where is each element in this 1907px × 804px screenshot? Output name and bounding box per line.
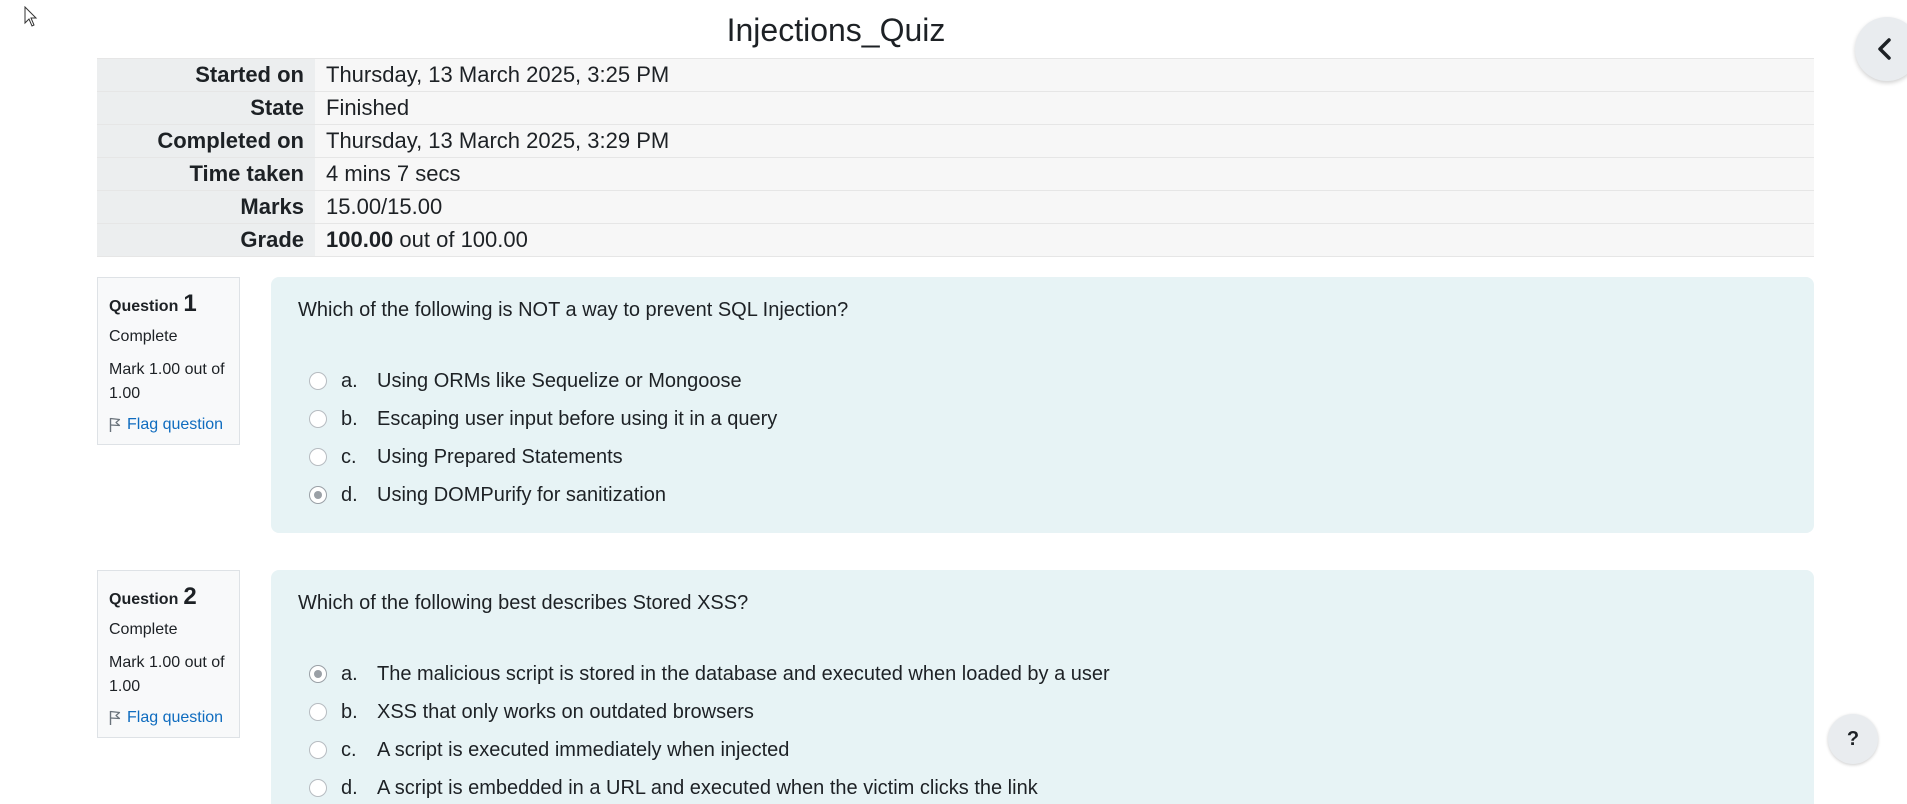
question-mark-icon: ?	[1846, 727, 1860, 750]
answer-radio[interactable]	[309, 448, 327, 466]
answer-option[interactable]: b. Escaping user input before using it i…	[298, 400, 1787, 438]
summary-label: Started on	[97, 58, 315, 92]
summary-value: 100.00 out of 100.00	[315, 223, 1814, 257]
grade-score: 100.00	[326, 227, 394, 252]
answer-letter: d.	[341, 483, 358, 506]
answer-radio-checked[interactable]	[309, 486, 327, 504]
summary-label: Marks	[97, 190, 315, 224]
question-state: Complete	[109, 621, 178, 638]
question-grade: Mark 1.00 out of 1.00	[109, 654, 225, 695]
question-text: Which of the following is NOT a way to p…	[298, 299, 849, 321]
flag-icon	[109, 710, 121, 725]
answer-text: XSS that only works on outdated browsers	[377, 700, 754, 723]
flag-icon	[109, 417, 121, 432]
summary-value: 4 mins 7 secs	[315, 157, 1814, 191]
answer-letter: c.	[341, 445, 357, 468]
summary-value: Finished	[315, 91, 1814, 125]
question-content: Which of the following is NOT a way to p…	[271, 277, 1814, 533]
flag-question-link[interactable]: Flag question	[109, 709, 229, 727]
summary-value: 15.00/15.00	[315, 190, 1814, 224]
grade-suffix: out of 100.00	[393, 227, 528, 252]
flag-question-label: Flag question	[127, 709, 224, 726]
answer-option-selected[interactable]: a. The malicious script is stored in the…	[298, 655, 1787, 693]
answer-letter: b.	[341, 700, 358, 723]
answer-letter: d.	[341, 776, 358, 799]
summary-label: State	[97, 91, 315, 125]
question-info-box: Question 1 Complete Mark 1.00 out of 1.0…	[97, 277, 240, 445]
answer-radio[interactable]	[309, 779, 327, 797]
page-title: Injections_Quiz	[726, 12, 946, 48]
flag-question-link[interactable]: Flag question	[109, 416, 229, 434]
answer-text: Using Prepared Statements	[377, 445, 623, 468]
answer-radio[interactable]	[309, 372, 327, 390]
question-text: Which of the following best describes St…	[298, 592, 749, 614]
answer-option[interactable]: c. A script is executed immediately when…	[298, 731, 1787, 769]
summary-row-started: Started on Thursday, 13 March 2025, 3:25…	[97, 58, 1814, 92]
summary-label: Completed on	[97, 124, 315, 158]
answer-letter: a.	[341, 369, 358, 392]
answer-letter: c.	[341, 738, 357, 761]
question-state: Complete	[109, 328, 178, 345]
answer-text: The malicious script is stored in the da…	[377, 662, 1110, 685]
answer-list: a. Using ORMs like Sequelize or Mongoose…	[298, 362, 1787, 514]
quiz-summary-table: Started on Thursday, 13 March 2025, 3:25…	[97, 58, 1814, 257]
answer-text: Escaping user input before using it in a…	[377, 407, 778, 430]
question-info-box: Question 2 Complete Mark 1.00 out of 1.0…	[97, 570, 240, 738]
question-number: Question 2	[109, 583, 197, 610]
answer-text: Using DOMPurify for sanitization	[377, 483, 666, 506]
answer-list: a. The malicious script is stored in the…	[298, 655, 1787, 804]
answer-text: A script is executed immediately when in…	[377, 738, 790, 761]
chevron-left-icon	[1878, 38, 1891, 60]
answer-radio-checked[interactable]	[309, 665, 327, 683]
flag-question-label: Flag question	[127, 416, 224, 433]
answer-letter: b.	[341, 407, 358, 430]
summary-row-completed: Completed on Thursday, 13 March 2025, 3:…	[97, 124, 1814, 158]
answer-option[interactable]: c. Using Prepared Statements	[298, 438, 1787, 476]
answer-option[interactable]: d. A script is embedded in a URL and exe…	[298, 769, 1787, 804]
answer-text: A script is embedded in a URL and execut…	[377, 776, 1038, 799]
summary-value: Thursday, 13 March 2025, 3:25 PM	[315, 58, 1814, 92]
question-number: Question 1	[109, 290, 197, 317]
answer-letter: a.	[341, 662, 358, 685]
question-content: Which of the following best describes St…	[271, 570, 1814, 804]
answer-radio[interactable]	[309, 703, 327, 721]
summary-row-grade: Grade 100.00 out of 100.00	[97, 223, 1814, 257]
answer-radio[interactable]	[309, 741, 327, 759]
summary-label: Grade	[97, 223, 315, 257]
summary-row-state: State Finished	[97, 91, 1814, 125]
drawer-toggle-button[interactable]	[1855, 17, 1907, 81]
answer-radio[interactable]	[309, 410, 327, 428]
summary-row-marks: Marks 15.00/15.00	[97, 190, 1814, 224]
answer-option-selected[interactable]: d. Using DOMPurify for sanitization	[298, 476, 1787, 514]
question-grade: Mark 1.00 out of 1.00	[109, 361, 225, 402]
summary-row-time-taken: Time taken 4 mins 7 secs	[97, 157, 1814, 191]
help-button[interactable]: ?	[1828, 714, 1878, 764]
answer-option[interactable]: a. Using ORMs like Sequelize or Mongoose	[298, 362, 1787, 400]
summary-value: Thursday, 13 March 2025, 3:29 PM	[315, 124, 1814, 158]
answer-option[interactable]: b. XSS that only works on outdated brows…	[298, 693, 1787, 731]
answer-text: Using ORMs like Sequelize or Mongoose	[377, 369, 742, 392]
summary-label: Time taken	[97, 157, 315, 191]
